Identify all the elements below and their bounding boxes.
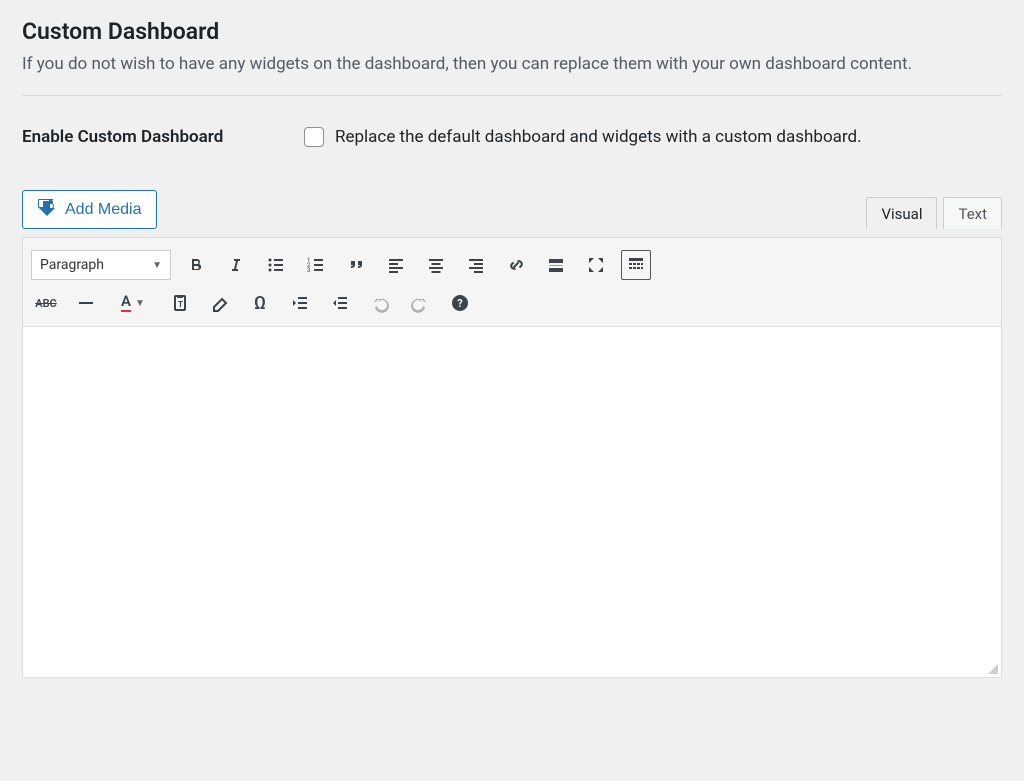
section-title: Custom Dashboard — [22, 18, 1002, 45]
bold-icon[interactable] — [181, 250, 211, 280]
horizontal-rule-icon[interactable] — [71, 288, 101, 318]
link-icon[interactable] — [501, 250, 531, 280]
tab-text[interactable]: Text — [943, 197, 1002, 229]
toolbar-toggle-icon[interactable] — [621, 250, 651, 280]
setting-enable-custom-dashboard: Enable Custom Dashboard Replace the defa… — [22, 124, 1002, 150]
add-media-button[interactable]: Add Media — [22, 190, 157, 229]
fullscreen-icon[interactable] — [581, 250, 611, 280]
resize-handle[interactable] — [985, 661, 999, 675]
outdent-icon[interactable] — [285, 288, 315, 318]
media-icon — [37, 197, 57, 222]
divider — [22, 95, 1002, 96]
redo-icon[interactable] — [405, 288, 435, 318]
setting-field[interactable]: Replace the default dashboard and widget… — [300, 124, 862, 150]
read-more-icon[interactable] — [541, 250, 571, 280]
editor-tabs: Visual Text — [866, 197, 1002, 229]
align-right-icon[interactable] — [461, 250, 491, 280]
strikethrough-icon[interactable]: ABC — [31, 288, 61, 318]
undo-icon[interactable] — [365, 288, 395, 318]
text-color-icon[interactable]: A ▼ — [111, 288, 155, 318]
blockquote-icon[interactable] — [341, 250, 371, 280]
editor-box: Paragraph ▼ 123 ABC A — [22, 237, 1002, 678]
clear-formatting-icon[interactable] — [205, 288, 235, 318]
paste-text-icon[interactable]: T — [165, 288, 195, 318]
italic-icon[interactable] — [221, 250, 251, 280]
add-media-label: Add Media — [65, 201, 142, 219]
indent-icon[interactable] — [325, 288, 355, 318]
editor-toolbar: Paragraph ▼ 123 ABC A — [23, 238, 1001, 327]
numbered-list-icon[interactable]: 123 — [301, 250, 331, 280]
setting-label: Enable Custom Dashboard — [22, 127, 272, 147]
special-character-icon[interactable]: Ω — [245, 288, 275, 318]
tab-visual[interactable]: Visual — [866, 197, 937, 229]
chevron-down-icon: ▼ — [135, 298, 145, 309]
editor-content-area[interactable] — [23, 327, 1001, 677]
svg-text:T: T — [178, 300, 183, 309]
align-center-icon[interactable] — [421, 250, 451, 280]
format-select-value: Paragraph — [40, 257, 104, 273]
bullet-list-icon[interactable] — [261, 250, 291, 280]
align-left-icon[interactable] — [381, 250, 411, 280]
format-select[interactable]: Paragraph ▼ — [31, 250, 171, 280]
svg-text:?: ? — [457, 297, 463, 310]
svg-text:3: 3 — [307, 267, 310, 274]
section-description: If you do not wish to have any widgets o… — [22, 51, 1002, 77]
help-icon[interactable]: ? — [445, 288, 475, 318]
enable-checkbox[interactable] — [304, 127, 324, 147]
chevron-down-icon: ▼ — [152, 260, 162, 271]
checkbox-label: Replace the default dashboard and widget… — [335, 127, 862, 147]
